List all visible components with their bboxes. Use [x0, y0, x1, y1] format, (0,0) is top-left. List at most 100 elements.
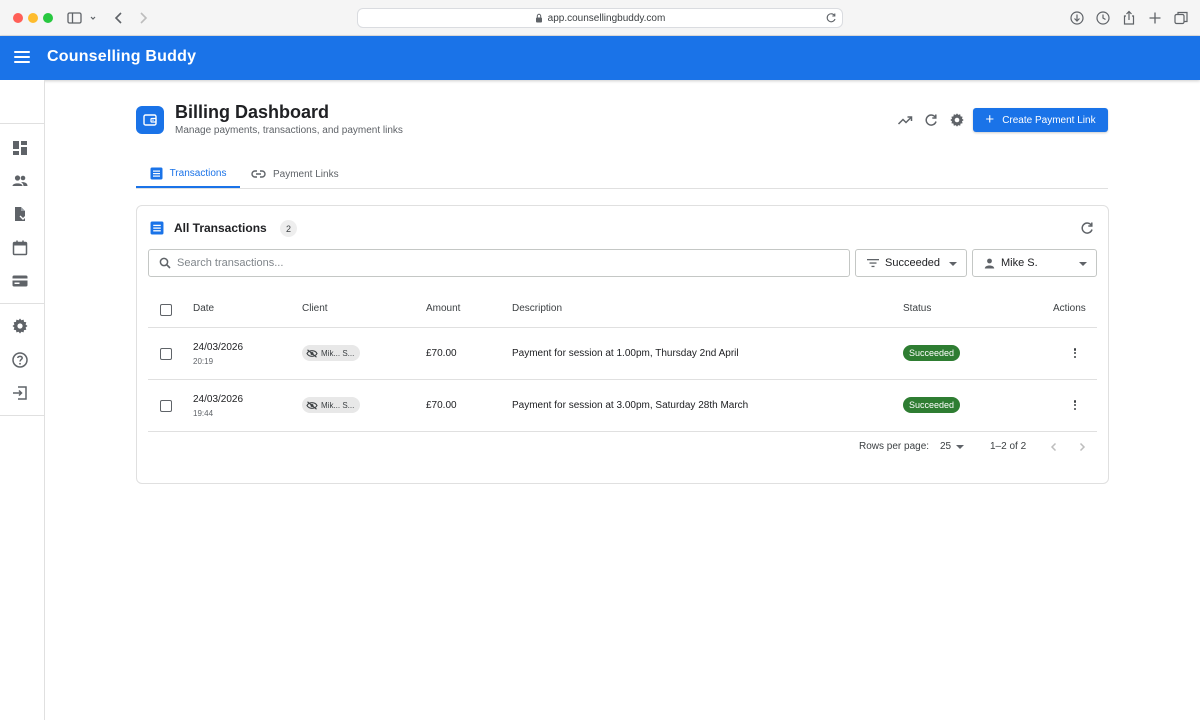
minimize-window-button[interactable] [28, 13, 38, 23]
transaction-time: 19:44 [193, 409, 214, 418]
maximize-window-button[interactable] [43, 13, 53, 23]
table-header: Date Client Amount Description Status Ac… [148, 292, 1097, 328]
forward-icon[interactable] [134, 9, 152, 27]
date-cell: 24/03/2026 19:44 [193, 394, 243, 418]
search-input[interactable] [177, 257, 817, 269]
card-title: All Transactions [174, 221, 267, 235]
clients-icon[interactable] [11, 172, 29, 190]
more-actions-icon[interactable] [1070, 398, 1080, 412]
transactions-card: All Transactions 2 Succeeded Mike S. Dat… [136, 205, 1109, 484]
pagination: Rows per page: 25 1–2 of 2 [148, 438, 1097, 458]
download-icon[interactable] [1068, 9, 1086, 27]
page-header: Billing Dashboard Manage payments, trans… [136, 100, 1108, 150]
count-badge: 2 [280, 220, 297, 237]
client-chip[interactable]: Mik... S... [302, 397, 361, 413]
history-icon[interactable] [1094, 9, 1112, 27]
column-header-date[interactable]: Date [193, 303, 214, 314]
tab-bar: Transactions Payment Links [136, 160, 1108, 189]
plus-icon: + [985, 111, 995, 128]
lock-icon [535, 13, 542, 23]
page-range: 1–2 of 2 [990, 441, 1027, 452]
new-tab-icon[interactable] [1146, 9, 1164, 27]
client-filter-select[interactable]: Mike S. [972, 249, 1097, 277]
page-subtitle: Manage payments, transactions, and payme… [175, 125, 403, 136]
back-icon[interactable] [110, 9, 128, 27]
link-icon [251, 170, 266, 178]
sidebar [0, 80, 45, 720]
app-header: Counselling Buddy [0, 36, 1200, 80]
client-filter-value: Mike S. [1001, 257, 1038, 269]
dashboard-icon[interactable] [11, 139, 29, 157]
sidebar-divider [0, 123, 44, 124]
refresh-icon[interactable] [923, 112, 939, 128]
tab-transactions[interactable]: Transactions [136, 160, 240, 188]
reload-icon[interactable] [824, 11, 838, 25]
column-header-client[interactable]: Client [302, 303, 328, 314]
close-window-button[interactable] [13, 13, 23, 23]
chevron-down-icon[interactable] [88, 9, 98, 27]
calendar-icon[interactable] [11, 239, 29, 257]
list-icon [150, 167, 163, 179]
logout-icon[interactable] [11, 384, 29, 402]
status-badge: Succeeded [903, 345, 961, 361]
search-field[interactable] [148, 249, 850, 277]
status-filter-select[interactable]: Succeeded [855, 249, 967, 277]
chevron-down-icon[interactable] [956, 445, 964, 449]
eye-off-icon [306, 400, 318, 410]
person-icon [984, 258, 995, 268]
column-header-status[interactable]: Status [903, 303, 931, 314]
wallet-icon [136, 106, 164, 134]
address-bar[interactable]: app.counsellingbuddy.com [357, 8, 843, 28]
sidebar-divider [0, 415, 44, 416]
status-filter-value: Succeeded [885, 257, 941, 269]
transaction-time: 20:19 [193, 357, 214, 366]
table-row[interactable]: 24/03/2026 19:44 Mik... S... £70.00 Paym… [148, 380, 1097, 432]
chevron-down-icon [949, 262, 957, 266]
app-brand[interactable]: Counselling Buddy [47, 48, 196, 66]
help-icon[interactable] [11, 351, 29, 369]
sidebar-divider [0, 303, 44, 304]
transaction-date: 24/03/2026 [193, 342, 244, 353]
client-chip[interactable]: Mik... S... [302, 345, 361, 361]
list-icon [150, 221, 164, 235]
more-actions-icon[interactable] [1070, 346, 1080, 360]
description-cell: Payment for session at 3.00pm, Saturday … [512, 400, 749, 411]
row-checkbox[interactable] [160, 348, 172, 360]
date-cell: 24/03/2026 20:19 [193, 342, 243, 366]
transaction-date: 24/03/2026 [193, 394, 244, 405]
create-payment-link-button[interactable]: + Create Payment Link [973, 108, 1108, 132]
chevron-down-icon [1079, 262, 1087, 266]
sidebar-toggle-icon[interactable] [66, 9, 84, 27]
tab-label: Transactions [169, 167, 227, 179]
transactions-table: Date Client Amount Description Status Ac… [148, 292, 1097, 432]
billing-icon[interactable] [11, 272, 29, 290]
next-page-icon[interactable] [1075, 440, 1089, 454]
row-checkbox[interactable] [160, 400, 172, 412]
trending-up-icon[interactable] [897, 112, 913, 128]
refresh-icon[interactable] [1079, 220, 1095, 236]
column-header-amount[interactable]: Amount [426, 303, 460, 314]
client-name: Mik... S... [321, 348, 355, 358]
select-all-checkbox[interactable] [160, 304, 172, 316]
status-badge: Succeeded [903, 397, 961, 413]
url-text: app.counsellingbuddy.com [547, 12, 666, 24]
client-name: Mik... S... [321, 400, 355, 410]
settings-icon[interactable] [11, 317, 29, 335]
previous-page-icon[interactable] [1047, 440, 1061, 454]
tab-payment-links[interactable]: Payment Links [251, 160, 339, 188]
rows-per-page-select[interactable]: 25 [940, 441, 951, 452]
amount-cell: £70.00 [426, 400, 457, 411]
tab-overview-icon[interactable] [1172, 9, 1190, 27]
settings-icon[interactable] [949, 112, 965, 128]
documents-icon[interactable] [11, 205, 29, 223]
rows-per-page-label: Rows per page: [859, 441, 930, 452]
menu-icon[interactable] [14, 51, 30, 65]
search-icon [159, 257, 171, 269]
table-row[interactable]: 24/03/2026 20:19 Mik... S... £70.00 Paym… [148, 328, 1097, 380]
tab-label: Payment Links [273, 168, 339, 180]
description-cell: Payment for session at 1.00pm, Thursday … [512, 348, 739, 359]
share-icon[interactable] [1120, 9, 1138, 27]
column-header-description[interactable]: Description [512, 303, 562, 314]
eye-off-icon [306, 348, 318, 358]
amount-cell: £70.00 [426, 348, 457, 359]
